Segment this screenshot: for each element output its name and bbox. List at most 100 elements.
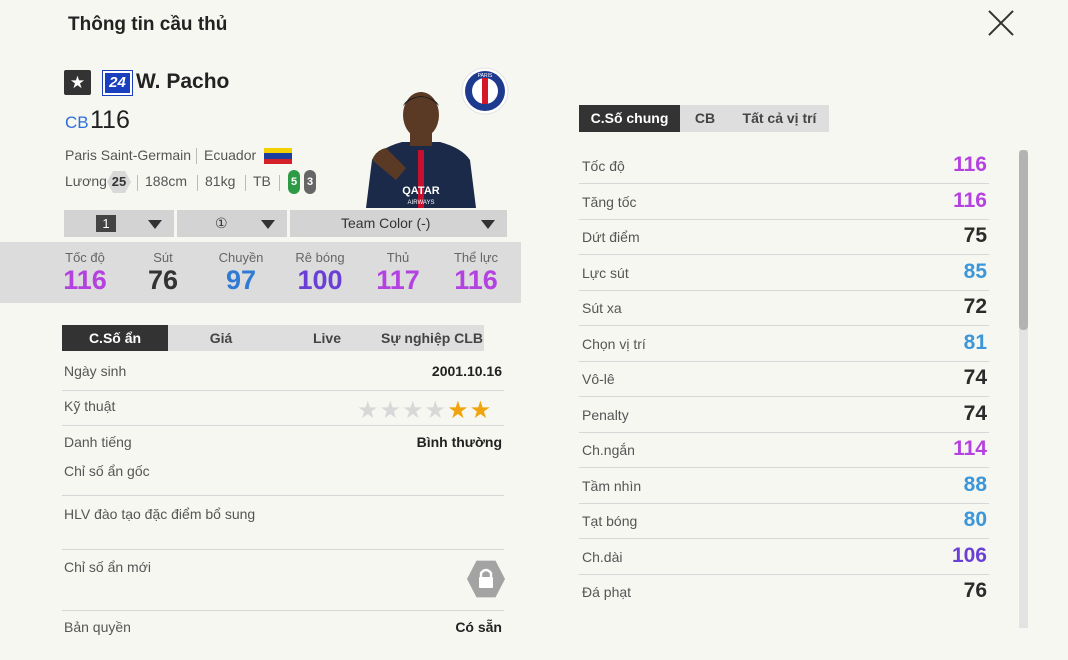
attribute-value: 81: [963, 331, 987, 354]
attribute-value: 116: [953, 153, 987, 176]
shirt-sponsor-sub: AIRWAYS: [408, 200, 435, 206]
attribute-row: Ch.dài 106: [579, 539, 989, 575]
weight: 81kg: [205, 173, 236, 189]
attribute-label: Sút xa: [582, 300, 622, 316]
tab-all-positions[interactable]: Tất cả vị trí: [730, 105, 829, 132]
upgrade-dropdown[interactable]: 1: [64, 210, 174, 237]
birth-row: Ngày sinh 2001.10.16: [62, 360, 504, 391]
chevron-down-icon: [481, 220, 495, 229]
license-row: Bản quyền Có sẵn: [62, 611, 504, 641]
attribute-row: Sút xa 72: [579, 290, 989, 326]
club-name: Paris Saint-Germain: [65, 147, 192, 163]
attribute-tabs: C.Số chung CB Tất cả vị trí: [579, 105, 829, 132]
team-skill-value: ①: [215, 215, 228, 231]
flag-stripe: [264, 158, 292, 164]
attribute-label: Tốc độ: [582, 158, 625, 174]
attribute-row: Dứt điểm 75: [579, 219, 989, 255]
reputation-label: Danh tiếng: [64, 434, 132, 450]
attribute-value: 74: [963, 402, 987, 425]
attribute-row: Penalty 74: [579, 397, 989, 433]
body-type: TB: [253, 173, 271, 189]
license-label: Bản quyền: [64, 619, 131, 635]
attribute-label: Ch.dài: [582, 549, 623, 565]
attribute-row: Tăng tốc 116: [579, 184, 989, 220]
attribute-label: Chọn vị trí: [582, 336, 646, 352]
club-logo-text: PARIS: [478, 73, 493, 79]
stat-label: Thể lực: [453, 250, 499, 265]
summary-stat: Sút 76: [128, 250, 198, 296]
birth-label: Ngày sinh: [64, 363, 127, 379]
close-icon[interactable]: [986, 8, 1016, 38]
reputation-value: Bình thường: [416, 434, 502, 450]
tab-hidden-stats[interactable]: C.Số ẩn: [62, 325, 168, 351]
player-overall: 116: [90, 106, 130, 134]
salary-label: Lương: [65, 173, 107, 189]
attribute-label: Ch.ngắn: [582, 442, 635, 458]
tab-general-stats[interactable]: C.Số chung: [579, 105, 680, 132]
team-color-value: Team Color (-): [341, 215, 431, 231]
attribute-row: Vô-lê 74: [579, 361, 989, 397]
stat-value: 117: [376, 265, 420, 295]
divider: [245, 175, 246, 191]
attribute-label: Đá phạt: [582, 584, 632, 600]
star-icon: ★: [64, 70, 91, 95]
attribute-value: 75: [963, 224, 987, 247]
chevron-down-icon: [261, 220, 275, 229]
summary-stat: Rê bóng 100: [285, 250, 355, 296]
attribute-value: 76: [963, 579, 987, 602]
attribute-value: 74: [963, 366, 987, 389]
stat-label: Thủ: [386, 250, 410, 265]
attribute-row: Tốc độ 116: [579, 148, 989, 184]
coach-label: HLV đào tạo đặc điểm bổ sung: [64, 506, 256, 522]
team-skill-dropdown[interactable]: ①: [177, 210, 287, 237]
attribute-row: Tạt bóng 80: [579, 503, 989, 539]
shirt-sponsor: QATAR: [402, 185, 440, 197]
page-title: Thông tin cầu thủ: [68, 14, 228, 35]
divider: [197, 175, 198, 191]
attribute-label: Lực sút: [582, 265, 629, 281]
star-icon: ★: [469, 397, 492, 424]
star-icon: ★: [447, 397, 469, 424]
right-foot-icon: 5: [288, 170, 300, 194]
new-hidden-label: Chỉ số ẩn mới: [64, 559, 151, 575]
stat-value: 116: [454, 265, 498, 295]
attribute-value: 85: [963, 260, 987, 283]
attribute-label: Penalty: [582, 407, 629, 423]
star-icon: ★: [424, 397, 447, 424]
stat-value: 116: [63, 265, 107, 295]
height: 188cm: [145, 173, 188, 189]
star-icon: ★: [357, 397, 379, 424]
divider: [137, 175, 138, 191]
psg-logo-icon: PARIS: [461, 67, 509, 115]
attribute-value: 80: [963, 508, 987, 531]
attribute-label: Tạt bóng: [582, 513, 638, 529]
attribute-row: Chọn vị trí 81: [579, 326, 989, 362]
nation-name: Ecuador: [204, 147, 257, 163]
attribute-row: Ch.ngắn 114: [579, 432, 989, 468]
left-foot-icon: 3: [304, 170, 316, 194]
tab-price[interactable]: Giá: [168, 325, 274, 351]
stat-value: 97: [225, 265, 257, 295]
divider: [196, 148, 197, 164]
tab-cb[interactable]: CB: [680, 105, 730, 132]
attribute-row: Lực sút 85: [579, 255, 989, 291]
attribute-value: 114: [953, 437, 987, 460]
new-hidden-row: Chỉ số ẩn mới: [62, 550, 504, 611]
attribute-label: Dứt điểm: [582, 229, 640, 245]
stat-label: Tốc độ: [65, 250, 105, 265]
attribute-label: Tăng tốc: [582, 194, 637, 210]
attribute-row: Tầm nhìn 88: [579, 468, 989, 504]
detail-tabs: C.Số ẩn Giá Live Sự nghiệp CLB: [62, 325, 484, 351]
stat-label: Sút: [153, 250, 173, 265]
team-color-dropdown[interactable]: Team Color (-): [290, 210, 507, 237]
coach-row: HLV đào tạo đặc điểm bổ sung: [62, 496, 504, 550]
player-name: W. Pacho: [136, 70, 230, 93]
scrollbar-thumb[interactable]: [1019, 150, 1028, 330]
hidden-stats-label: Chỉ số ẩn gốc: [64, 463, 150, 479]
attribute-label: Tầm nhìn: [582, 478, 642, 494]
tab-club-career[interactable]: Sự nghiệp CLB: [380, 325, 484, 351]
tab-live[interactable]: Live: [274, 325, 380, 351]
summary-stat: Thể lực 116: [441, 250, 511, 296]
stat-label: Rê bóng: [295, 250, 345, 265]
skill-label: Kỹ thuật: [64, 398, 116, 414]
